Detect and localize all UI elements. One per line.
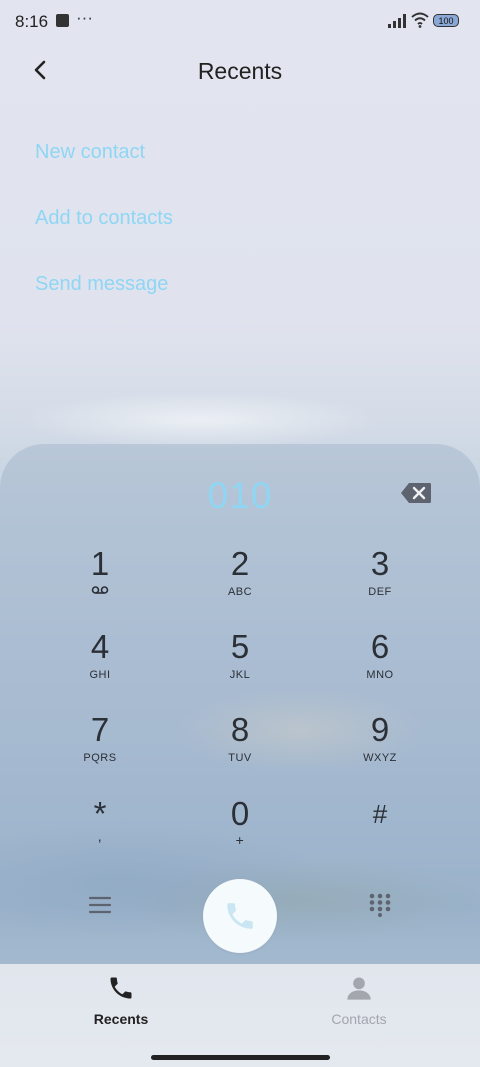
battery-level: 100: [438, 15, 454, 26]
send-message-link[interactable]: Send message: [35, 273, 168, 296]
dial-key-2[interactable]: 2 ABC: [170, 546, 310, 620]
dial-key-8[interactable]: 8 TUV: [170, 712, 310, 786]
phone-icon: [227, 903, 253, 929]
tab-recents[interactable]: Recents: [41, 974, 201, 1027]
key-digit: 3: [370, 545, 390, 582]
new-contact-link[interactable]: New contact: [35, 141, 145, 164]
key-digit: 7: [90, 711, 110, 748]
person-icon: [347, 977, 371, 1000]
page-title: Recents: [197, 58, 283, 84]
call-button[interactable]: [203, 879, 277, 953]
key-digit: 1: [90, 545, 110, 582]
dial-key-1[interactable]: 1: [30, 546, 170, 620]
key-digit: 8: [230, 711, 250, 748]
add-to-contacts-link[interactable]: Add to contacts: [35, 207, 173, 230]
key-letters: MNO: [366, 669, 394, 681]
key-letters: TUV: [228, 752, 252, 764]
dial-key-9[interactable]: 9 WXYZ: [310, 712, 450, 786]
dial-key-hash[interactable]: #: [310, 796, 450, 870]
key-letters: ,: [97, 828, 103, 844]
dial-key-5[interactable]: 5 JKL: [170, 629, 310, 703]
key-digit: 2: [230, 545, 250, 582]
wifi-icon: [411, 12, 429, 28]
key-digit: 5: [230, 628, 250, 665]
app-notification-icon: [56, 14, 69, 27]
key-digit: 6: [370, 628, 390, 665]
tab-contacts[interactable]: Contacts: [279, 974, 439, 1027]
key-letters: ABC: [227, 586, 253, 598]
dial-key-6[interactable]: 6 MNO: [310, 629, 450, 703]
key-letters: GHI: [89, 669, 111, 681]
phone-icon: [110, 977, 132, 999]
menu-icon[interactable]: [88, 895, 112, 915]
dial-key-star[interactable]: * ,: [30, 796, 170, 870]
dial-key-4[interactable]: 4 GHI: [30, 629, 170, 703]
bottom-navigation: Recents Contacts: [0, 964, 480, 1067]
dial-key-0[interactable]: 0 +: [170, 796, 310, 870]
voicemail-icon: [91, 586, 109, 594]
status-bar: 8:16 ··· 100: [0, 0, 480, 44]
home-indicator[interactable]: [151, 1055, 330, 1060]
key-digit: *: [93, 795, 107, 832]
more-notifications-icon: ···: [76, 8, 93, 27]
backspace-icon[interactable]: [400, 482, 432, 504]
key-letters: +: [235, 832, 245, 848]
tab-label: Contacts: [331, 1011, 387, 1027]
key-letters: PQRS: [83, 752, 117, 764]
key-letters: WXYZ: [363, 752, 397, 764]
tab-label: Recents: [93, 1011, 149, 1027]
battery-icon: 100: [433, 14, 459, 27]
status-time: 8:16: [15, 12, 49, 31]
dial-key-7[interactable]: 7 PQRS: [30, 712, 170, 786]
key-letters: DEF: [368, 586, 392, 598]
key-digit: #: [372, 799, 388, 829]
key-letters: JKL: [229, 669, 251, 681]
signal-icon: [388, 14, 406, 28]
key-digit: 4: [90, 628, 110, 665]
key-digit: 0: [230, 795, 250, 832]
dial-key-3[interactable]: 3 DEF: [310, 546, 450, 620]
dialpad-icon[interactable]: [369, 893, 391, 917]
key-digit: 9: [370, 711, 390, 748]
